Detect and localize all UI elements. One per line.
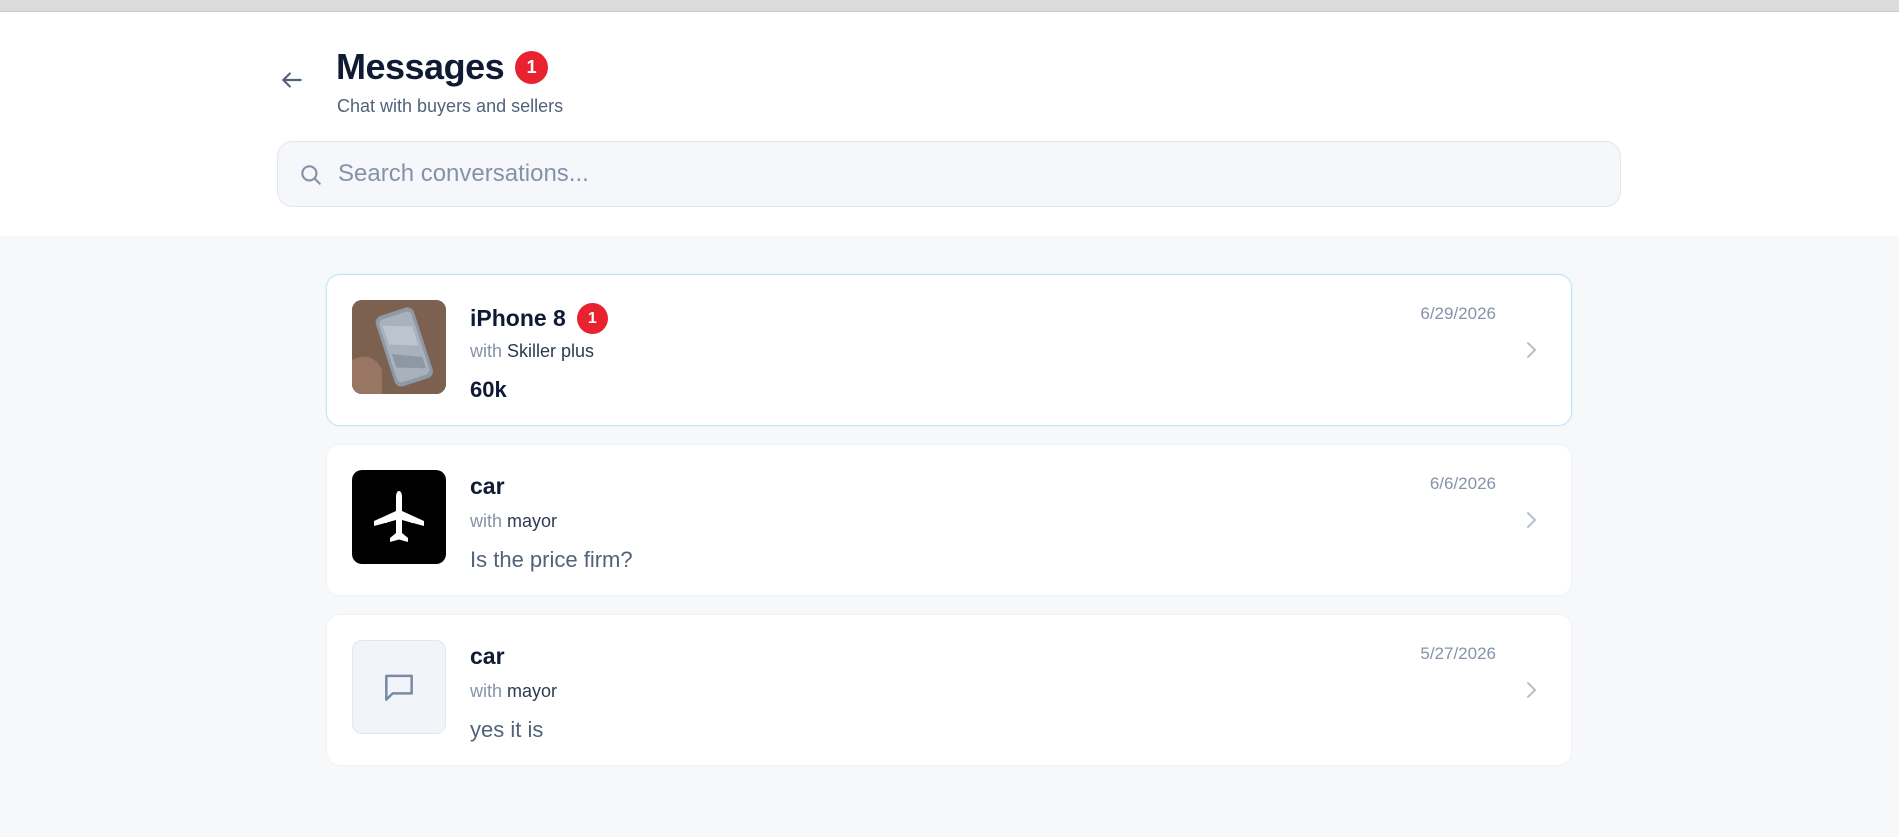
with-line: with mayor xyxy=(470,681,557,702)
chevron-right-icon xyxy=(1527,512,1536,528)
with-line: with Skiller plus xyxy=(470,341,594,362)
item-unread-badge: 1 xyxy=(576,303,608,334)
with-label: with xyxy=(470,681,503,701)
item-thumbnail-placeholder xyxy=(352,640,446,734)
last-message: yes it is xyxy=(470,717,544,742)
last-message: 60k xyxy=(470,377,507,402)
message-date: 5/27/2026 xyxy=(1420,644,1496,663)
last-message: Is the price firm? xyxy=(470,547,633,572)
with-line: with mayor xyxy=(470,511,557,532)
browser-top-strip xyxy=(0,0,1899,12)
page-subtitle: Chat with buyers and sellers xyxy=(337,96,564,116)
conversation-item[interactable]: car with mayor yes it is 5/27/2026 xyxy=(326,614,1572,766)
item-title-row: car xyxy=(470,643,505,670)
conversation-item[interactable]: iPhone 8 1 with Skiller plus 60k 6/29/20… xyxy=(326,274,1572,426)
item-title: car xyxy=(470,643,505,669)
item-title-row: iPhone 8 1 xyxy=(470,303,608,334)
back-button[interactable] xyxy=(274,62,310,98)
item-title-row: car xyxy=(470,473,505,500)
search-icon xyxy=(301,165,321,185)
item-thumbnail-photo xyxy=(352,300,446,394)
with-label: with xyxy=(470,341,503,361)
item-thumbnail-airplane xyxy=(352,470,446,564)
chevron-right-icon xyxy=(1527,682,1536,698)
conversation-item[interactable]: car with mayor Is the price firm? 6/6/20… xyxy=(326,444,1572,596)
item-title: car xyxy=(470,473,505,499)
search-input[interactable] xyxy=(338,142,1598,206)
chat-bubble-icon xyxy=(385,674,413,701)
page-title: Messages xyxy=(336,46,505,87)
message-date: 6/29/2026 xyxy=(1420,304,1496,323)
message-date: 6/6/2026 xyxy=(1429,474,1496,493)
partner-name: mayor xyxy=(507,681,558,701)
title-group: Messages 1 xyxy=(336,46,549,88)
search-box xyxy=(277,141,1621,207)
partner-name: mayor xyxy=(507,511,558,531)
unread-count-badge: 1 xyxy=(515,50,549,84)
item-title: iPhone 8 xyxy=(470,305,566,331)
airplane-icon xyxy=(374,491,424,542)
with-label: with xyxy=(470,511,503,531)
partner-name: Skiller plus xyxy=(507,341,595,361)
chevron-right-icon xyxy=(1527,342,1536,358)
arrow-left-icon xyxy=(282,72,302,88)
